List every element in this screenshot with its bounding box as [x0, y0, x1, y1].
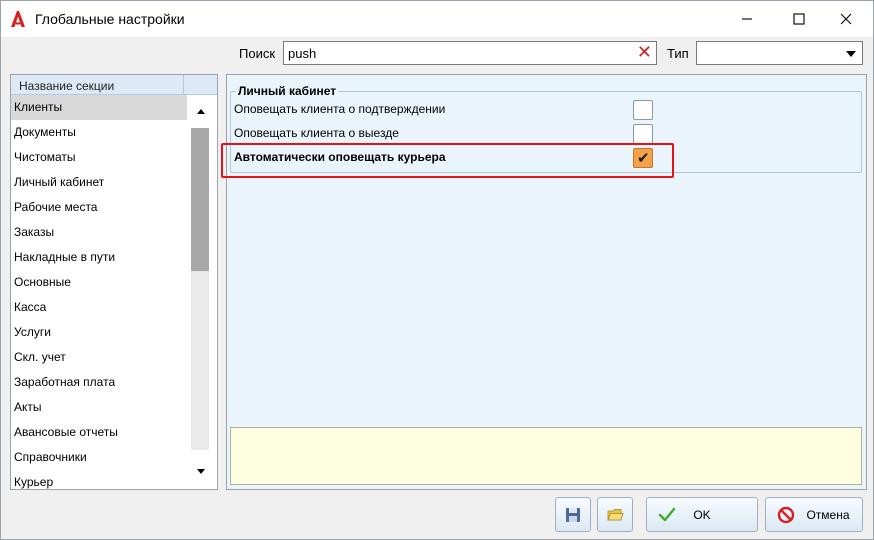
scroll-track[interactable]: [191, 128, 209, 450]
scroll-down-arrow-icon[interactable]: [197, 469, 205, 474]
search-label: Поиск: [239, 46, 276, 61]
app-logo-icon: [9, 10, 27, 28]
cancel-button-label: Отмена: [806, 508, 850, 522]
settings-group-title: Личный кабинет: [236, 84, 339, 98]
list-item-salary[interactable]: Заработная плата: [11, 370, 187, 395]
list-item-warehouse[interactable]: Скл. учет: [11, 345, 187, 370]
list-item-advance-reports[interactable]: Авансовые отчеты: [11, 420, 187, 445]
floppy-disk-icon: [566, 507, 580, 522]
list-item-workplaces[interactable]: Рабочие места: [11, 195, 187, 220]
chevron-down-icon: [846, 51, 856, 57]
list-item-clients[interactable]: Клиенты: [11, 95, 187, 120]
list-item-acts[interactable]: Акты: [11, 395, 187, 420]
cancel-circle-icon: [777, 506, 795, 524]
type-dropdown[interactable]: [696, 41, 863, 65]
title-bar: Глобальные настройки: [1, 1, 873, 37]
save-button[interactable]: [555, 497, 591, 532]
settings-panel: Личный кабинет Оповещать клиента о подтв…: [226, 74, 867, 490]
minimize-icon: [742, 18, 752, 20]
clear-search-icon[interactable]: ✕: [637, 43, 652, 63]
scroll-up-arrow-icon[interactable]: [197, 109, 205, 114]
list-item-cash[interactable]: Касса: [11, 295, 187, 320]
folder-icon: [607, 508, 624, 520]
setting-label-notify-confirmation: Оповещать клиента о подтверждении: [234, 102, 446, 116]
close-icon: [840, 13, 852, 25]
search-input-value: push: [288, 46, 317, 61]
section-items: Клиенты Документы Чистоматы Личный кабин…: [11, 95, 187, 489]
list-item-services[interactable]: Услуги: [11, 320, 187, 345]
list-item-references[interactable]: Справочники: [11, 445, 187, 470]
list-item-courier[interactable]: Курьер: [11, 470, 187, 489]
open-button[interactable]: [597, 497, 633, 532]
search-input[interactable]: push ✕: [283, 41, 657, 65]
window-title: Глобальные настройки: [35, 11, 185, 27]
description-box: [230, 427, 862, 485]
maximize-icon: [793, 13, 805, 25]
checkbox-notify-departure[interactable]: [633, 124, 653, 144]
list-item-main[interactable]: Основные: [11, 270, 187, 295]
ok-button-label: OK: [693, 508, 711, 522]
settings-window: Глобальные настройки Поиск push ✕ Тип На…: [0, 0, 874, 540]
section-list: Название секции Клиенты Документы Чистом…: [10, 74, 218, 490]
scroll-thumb[interactable]: [191, 128, 209, 271]
minimize-button[interactable]: [724, 1, 770, 37]
maximize-button[interactable]: [776, 1, 822, 37]
cancel-button[interactable]: Отмена: [765, 497, 863, 532]
list-item-waybills-in-transit[interactable]: Накладные в пути: [11, 245, 187, 270]
type-label: Тип: [667, 46, 689, 61]
section-list-header[interactable]: Название секции: [11, 75, 217, 95]
close-button[interactable]: [823, 1, 869, 37]
column-separator: [183, 75, 184, 95]
section-list-scrollbar[interactable]: [187, 95, 217, 489]
list-item-chistomaty[interactable]: Чистоматы: [11, 145, 187, 170]
list-item-documents[interactable]: Документы: [11, 120, 187, 145]
ok-button[interactable]: OK: [646, 497, 758, 532]
setting-label-notify-departure: Оповещать клиента о выезде: [234, 126, 399, 140]
list-item-personal-account[interactable]: Личный кабинет: [11, 170, 187, 195]
column-header-section-name: Название секции: [19, 79, 115, 93]
highlight-annotation: [221, 143, 674, 178]
checkbox-notify-confirmation[interactable]: [633, 100, 653, 120]
list-item-orders[interactable]: Заказы: [11, 220, 187, 245]
